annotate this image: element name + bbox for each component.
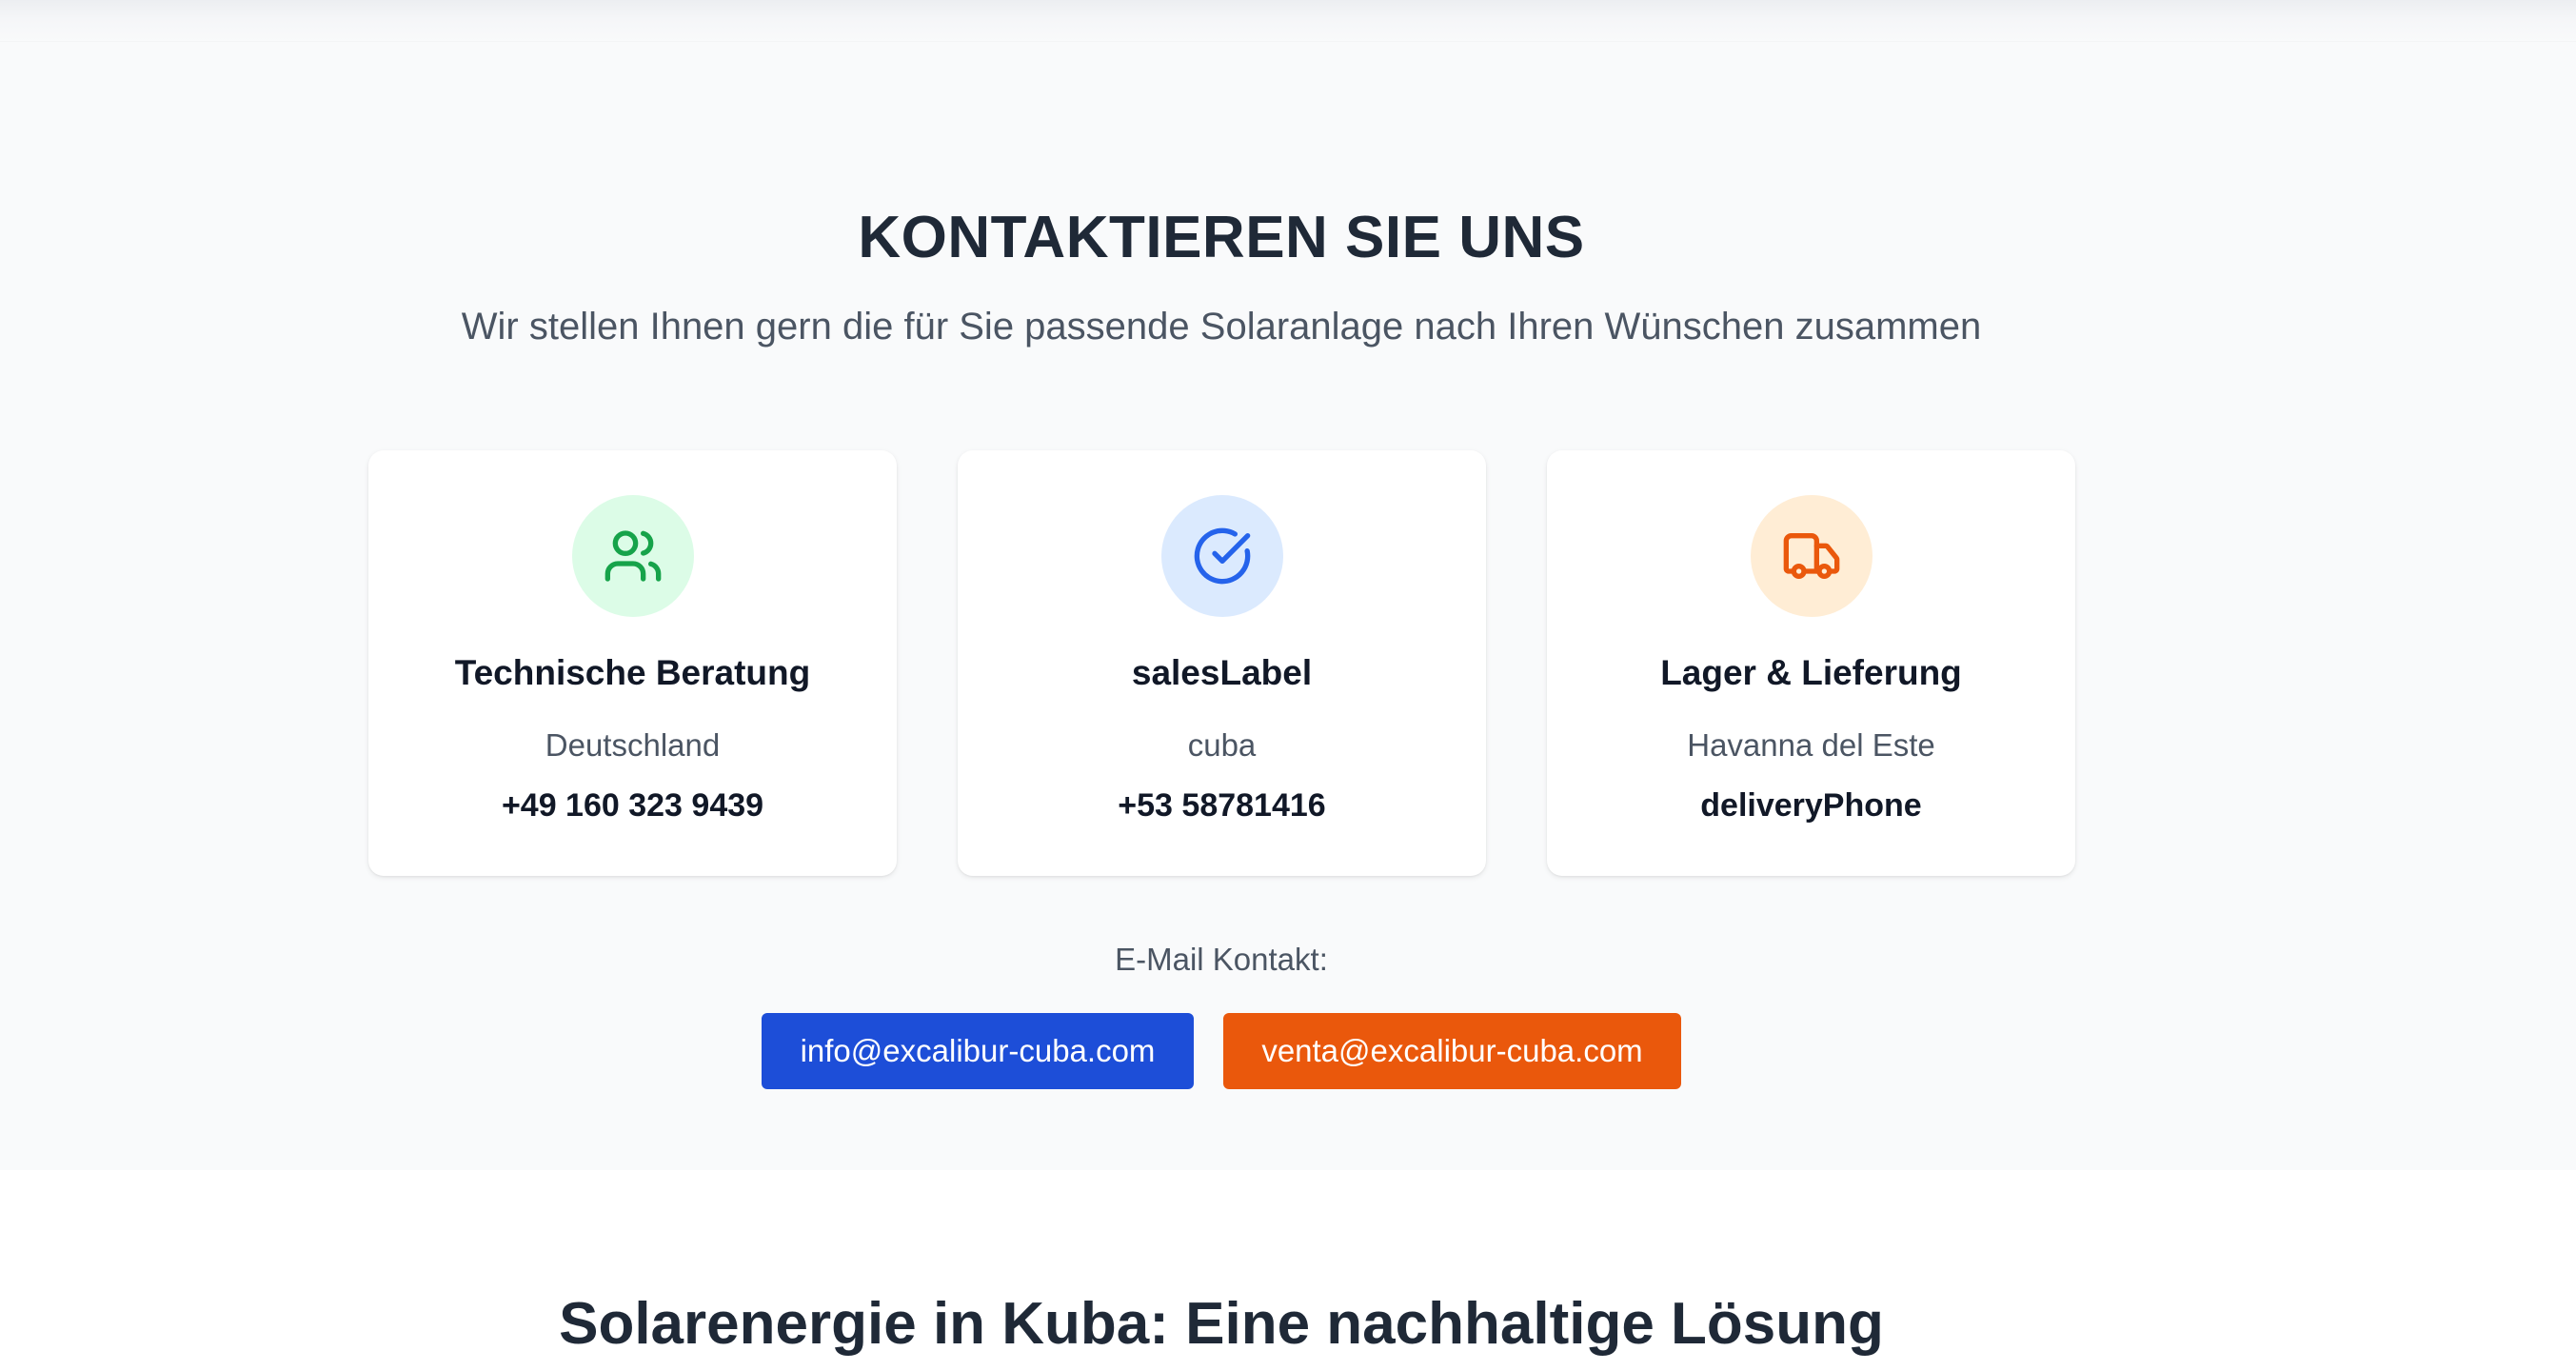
section-subtitle: Wir stellen Ihnen gern die für Sie passe… bbox=[461, 306, 1982, 348]
check-circle-icon bbox=[1161, 495, 1283, 617]
top-bar-shadow bbox=[0, 0, 2576, 42]
email-info-button[interactable]: info@excalibur-cuba.com bbox=[762, 1013, 1194, 1089]
card-location: Havanna del Este bbox=[1687, 727, 1935, 763]
card-location: cuba bbox=[1187, 727, 1257, 763]
email-venta-button[interactable]: venta@excalibur-cuba.com bbox=[1223, 1013, 1681, 1089]
section-title: KONTAKTIEREN SIE UNS bbox=[858, 205, 1585, 270]
card-phone[interactable]: +53 58781416 bbox=[958, 787, 1486, 825]
email-label: E-Mail Kontakt: bbox=[1115, 942, 1328, 977]
users-icon bbox=[572, 495, 694, 617]
card-phone[interactable]: +49 160 323 9439 bbox=[368, 787, 897, 825]
contact-section: KONTAKTIEREN SIE UNS Wir stellen Ihnen g… bbox=[0, 42, 2576, 1170]
card-location: Deutschland bbox=[545, 727, 721, 763]
card-phone[interactable]: deliveryPhone bbox=[1547, 787, 2075, 825]
truck-icon bbox=[1751, 495, 1873, 617]
contact-card-delivery: Lager & Lieferung Havanna del Este deliv… bbox=[1547, 450, 2075, 876]
contact-card-technical: Technische Beratung Deutschland +49 160 … bbox=[368, 450, 897, 876]
solar-heading: Solarenergie in Kuba: Eine nachhaltige L… bbox=[559, 1291, 1884, 1357]
card-title: Lager & Lieferung bbox=[1660, 653, 1962, 692]
card-title: salesLabel bbox=[1131, 653, 1313, 692]
card-title: Technische Beratung bbox=[454, 653, 811, 692]
contact-card-sales: salesLabel cuba +53 58781416 bbox=[958, 450, 1486, 876]
